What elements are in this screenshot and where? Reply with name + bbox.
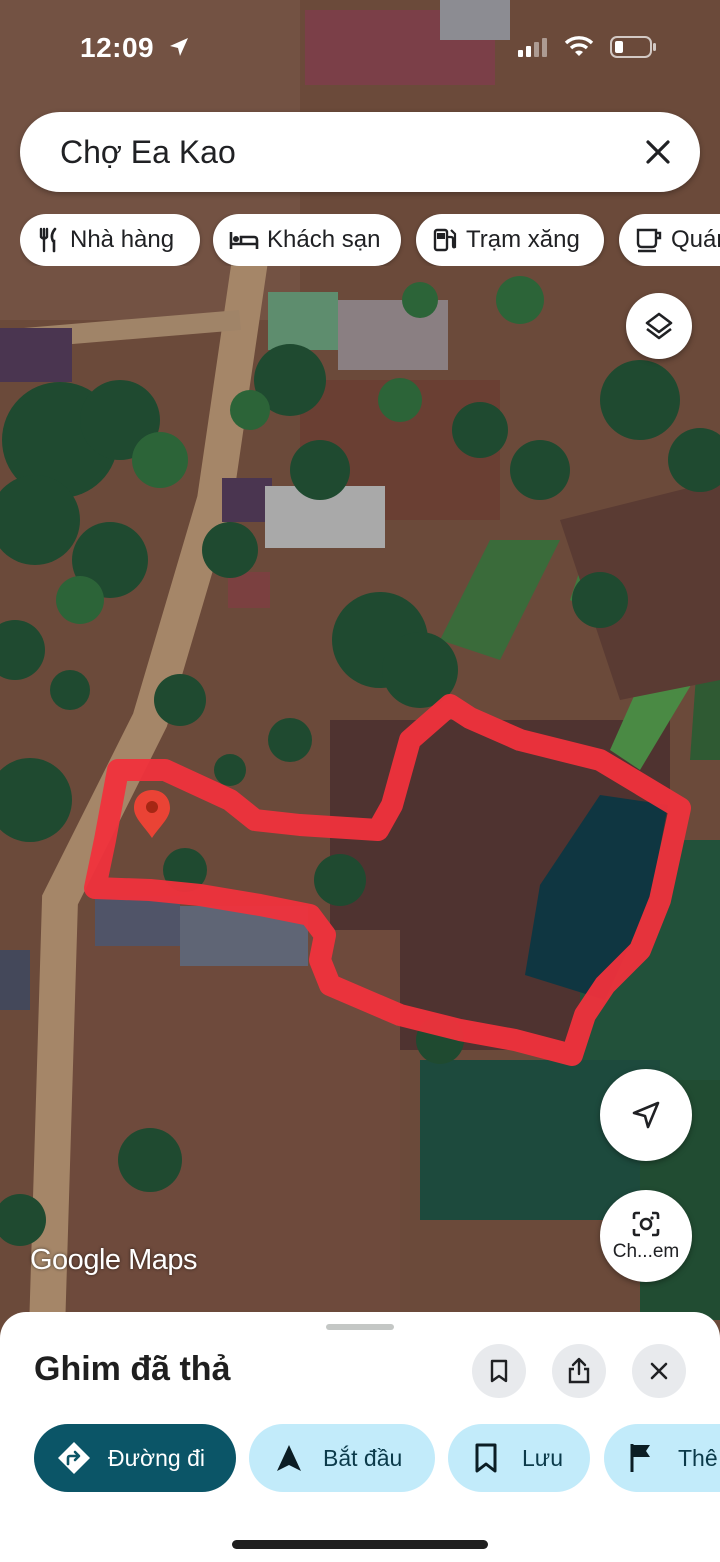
search-bar[interactable]: Chợ Ea Kao bbox=[20, 112, 700, 192]
sheet-drag-handle[interactable] bbox=[326, 1324, 394, 1330]
my-location-button[interactable] bbox=[600, 1069, 692, 1161]
save-button[interactable]: Lưu bbox=[448, 1424, 590, 1492]
cellular-signal-icon bbox=[518, 38, 547, 57]
navigation-icon bbox=[277, 1445, 301, 1471]
directions-label: Đường đi bbox=[108, 1444, 205, 1471]
bookmark-icon bbox=[475, 1443, 497, 1473]
status-bar: 12:09 bbox=[0, 30, 720, 70]
gas-station-icon bbox=[433, 228, 457, 252]
chip-label: Trạm xăng bbox=[466, 226, 580, 253]
add-label: Thê bbox=[678, 1444, 718, 1471]
layers-button[interactable] bbox=[626, 293, 692, 359]
layers-icon bbox=[645, 312, 673, 340]
flag-icon bbox=[630, 1444, 650, 1472]
save-icon-button[interactable] bbox=[472, 1344, 526, 1398]
chip-label: Khách sạn bbox=[267, 226, 381, 253]
google-maps-logo: Google Maps bbox=[30, 1244, 198, 1276]
location-services-icon bbox=[170, 38, 188, 56]
category-chips: Nhà hàng Khách sạn Trạm xăng Quán bbox=[20, 214, 720, 266]
directions-button[interactable]: Đường đi bbox=[34, 1424, 236, 1492]
status-time: 12:09 bbox=[80, 32, 155, 63]
search-input[interactable]: Chợ Ea Kao bbox=[60, 134, 236, 171]
add-label-button[interactable]: Thê bbox=[604, 1424, 720, 1492]
share-button[interactable] bbox=[552, 1344, 606, 1398]
lens-button[interactable]: Ch...em bbox=[600, 1190, 692, 1282]
close-sheet-button[interactable] bbox=[632, 1344, 686, 1398]
bookmark-icon bbox=[490, 1359, 508, 1383]
close-icon[interactable] bbox=[638, 132, 678, 172]
battery-icon bbox=[610, 36, 656, 58]
chip-cafes[interactable]: Quán bbox=[619, 214, 720, 266]
chip-hotels[interactable]: Khách sạn bbox=[213, 214, 401, 266]
chip-restaurants[interactable]: Nhà hàng bbox=[20, 214, 200, 266]
home-indicator bbox=[232, 1540, 488, 1549]
directions-icon bbox=[58, 1442, 90, 1474]
share-icon bbox=[568, 1357, 590, 1384]
place-title: Ghim đã thả bbox=[34, 1350, 231, 1388]
save-label: Lưu bbox=[522, 1444, 563, 1471]
start-label: Bắt đầu bbox=[323, 1444, 403, 1471]
close-icon bbox=[650, 1362, 668, 1380]
navigation-arrow-icon bbox=[632, 1101, 660, 1129]
lens-label: Ch...em bbox=[612, 1241, 680, 1262]
start-button[interactable]: Bắt đầu bbox=[249, 1424, 435, 1492]
wifi-icon bbox=[564, 36, 594, 56]
bed-icon bbox=[229, 232, 259, 249]
coffee-cup-icon bbox=[636, 228, 662, 253]
camera-lens-icon bbox=[632, 1211, 660, 1237]
place-bottom-sheet[interactable]: Ghim đã thả Đường đi Bắt đầu Lưu Thê bbox=[0, 1312, 720, 1562]
chip-label: Nhà hàng bbox=[70, 226, 175, 253]
chip-label: Quán bbox=[671, 226, 720, 253]
fork-knife-icon bbox=[39, 227, 57, 253]
action-buttons-row: Đường đi Bắt đầu Lưu Thê bbox=[0, 1424, 720, 1492]
chip-gas-stations[interactable]: Trạm xăng bbox=[416, 214, 604, 266]
